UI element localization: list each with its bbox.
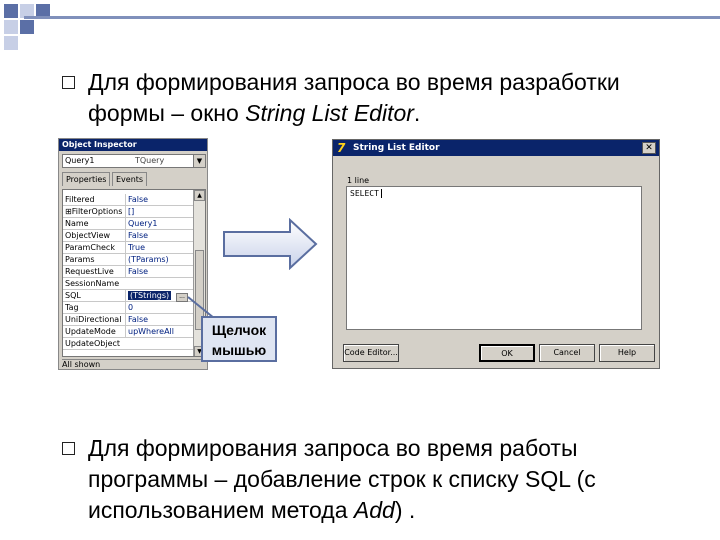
property-row[interactable]: Name Query1 <box>63 218 193 230</box>
bullet-box-icon <box>62 442 75 455</box>
delphi-logo-icon: 7 <box>337 141 346 155</box>
tab-events[interactable]: Events <box>112 172 148 186</box>
property-row[interactable]: SessionName <box>63 278 193 290</box>
sql-text: SELECT <box>350 189 379 198</box>
property-row[interactable]: UpdateObject <box>63 338 193 350</box>
decor-line <box>24 16 720 19</box>
component-type: TQuery <box>135 156 165 165</box>
property-row[interactable]: UniDirectional False <box>63 314 193 326</box>
ok-button[interactable]: OK <box>479 344 535 362</box>
property-row-sql[interactable]: SQL (TStrings) <box>63 290 193 302</box>
bullet-1-line-2: формы – окно String List Editor. <box>88 100 421 126</box>
string-list-editor-title: 7 String List Editor ✕ <box>333 140 659 156</box>
property-row[interactable]: ObjectView False <box>63 230 193 242</box>
decor-square <box>20 20 34 34</box>
property-row[interactable]: ParamCheck True <box>63 242 193 254</box>
scroll-up-icon[interactable]: ▲ <box>194 190 205 201</box>
text-caret <box>380 189 382 198</box>
bullet-2-line-2: программы – добавление строк к списку SQ… <box>88 466 596 492</box>
arrow-right-icon <box>223 218 318 270</box>
property-row[interactable]: Params (TParams) <box>63 254 193 266</box>
sql-text-editor[interactable]: SELECT <box>346 186 642 330</box>
bullet-box-icon <box>62 76 75 89</box>
component-selector[interactable]: Query1 TQuery ▼ <box>62 154 206 168</box>
tab-properties[interactable]: Properties <box>62 172 111 186</box>
close-icon[interactable]: ✕ <box>642 142 656 154</box>
bullet-2-line-1: Для формирования запроса во время работы <box>88 435 578 461</box>
component-name: Query1 <box>65 156 95 165</box>
line-count-label: 1 line <box>347 176 370 185</box>
property-row[interactable]: RequestLive False <box>63 266 193 278</box>
object-inspector-window: Object Inspector Query1 TQuery ▼ Propert… <box>58 138 208 370</box>
bullet-1-line-1: Для формирования запроса во время разраб… <box>88 69 620 95</box>
property-row[interactable]: Tag 0 <box>63 302 193 314</box>
code-editor-button[interactable]: Code Editor... <box>343 344 399 362</box>
property-row[interactable]: UpdateMode upWhereAll <box>63 326 193 338</box>
property-row[interactable]: Filtered False <box>63 194 193 206</box>
click-callout: Щелчок мышью <box>201 316 277 362</box>
chevron-down-icon[interactable]: ▼ <box>193 155 205 167</box>
decor-square <box>4 4 18 18</box>
property-row[interactable]: ⊞FilterOptions[] <box>63 206 193 218</box>
string-list-editor-window: 7 String List Editor ✕ 1 line SELECT Cod… <box>332 139 660 369</box>
cancel-button[interactable]: Cancel <box>539 344 595 362</box>
decor-square <box>4 20 18 34</box>
object-inspector-title: Object Inspector <box>59 139 207 151</box>
decor-square <box>4 36 18 50</box>
callout-line-1: Щелчок <box>211 322 267 338</box>
property-grid: Filtered False ⊞FilterOptions[] Name Query… <box>62 189 206 357</box>
bullet-2-line-3: использованием метода Add) . <box>88 497 416 523</box>
help-button[interactable]: Help <box>599 344 655 362</box>
callout-line-2: мышью <box>211 342 267 358</box>
ellipsis-button[interactable]: ... <box>176 293 188 302</box>
inspector-status: All shown <box>62 359 206 369</box>
